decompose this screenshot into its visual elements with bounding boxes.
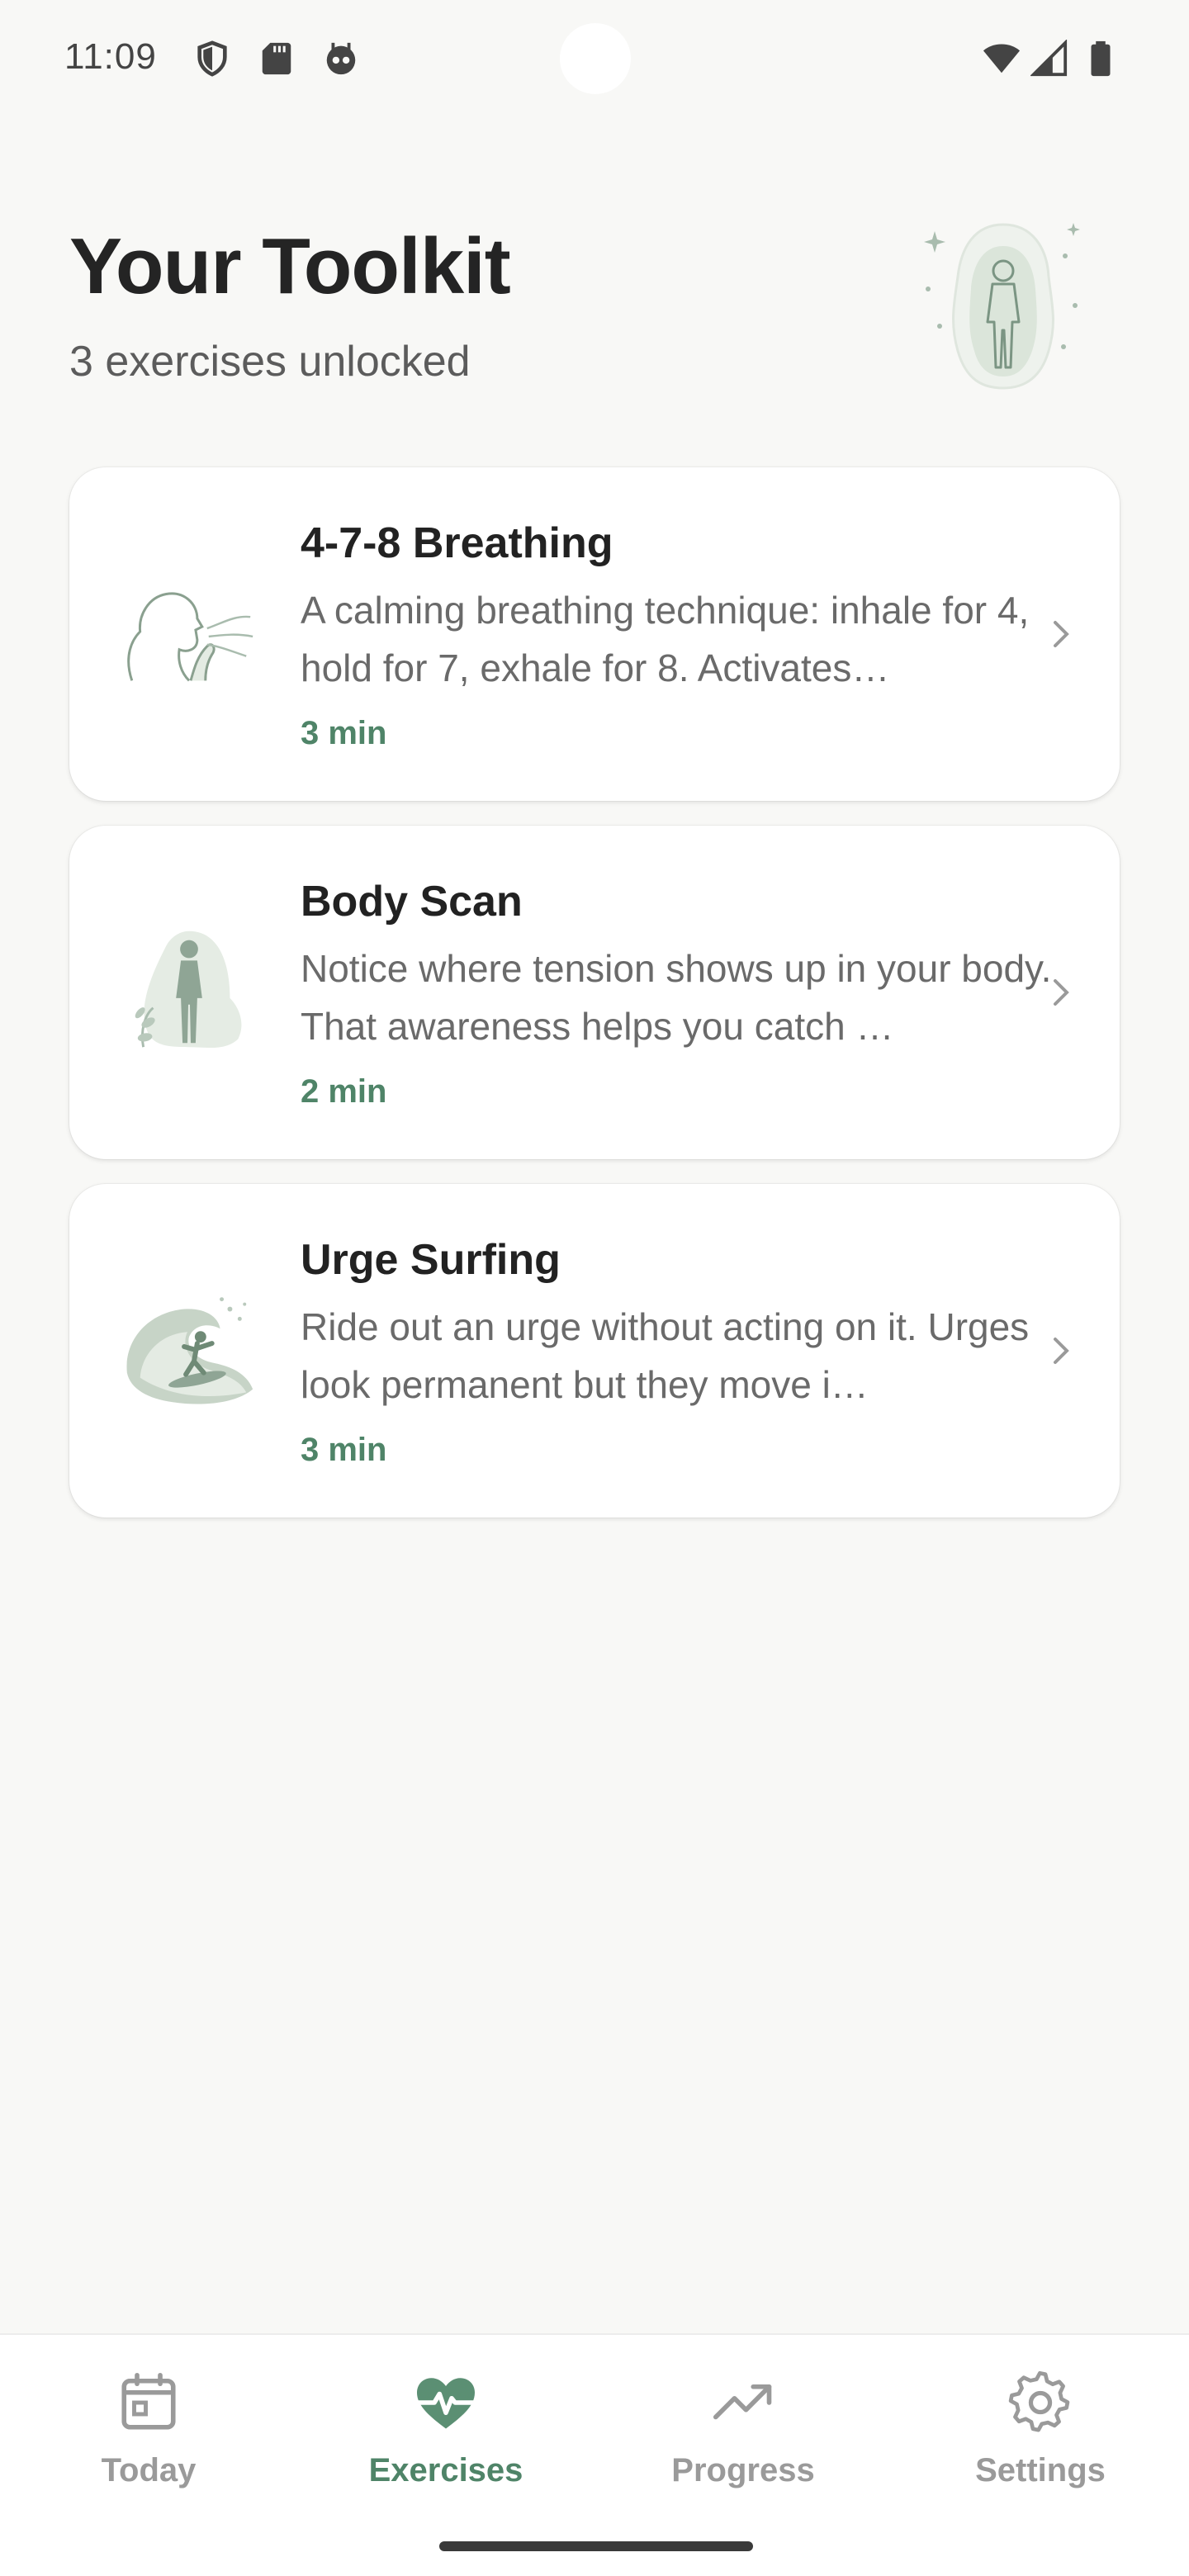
- exercise-duration: 3 min: [301, 1432, 387, 1468]
- breathing-face-illustration: [127, 592, 253, 682]
- calendar-icon: [121, 2372, 176, 2430]
- nav-item-today[interactable]: Today: [25, 2368, 272, 2533]
- trending-up-icon: [713, 2384, 772, 2420]
- exercise-card-urge-surfing[interactable]: Urge Surfing Ride out an urge without ac…: [69, 1184, 1120, 1518]
- exercise-description: A calming breathing technique: inhale fo…: [301, 589, 1030, 689]
- nav-item-settings[interactable]: Settings: [917, 2368, 1164, 2533]
- battery-icon: [1091, 40, 1111, 77]
- chevron-right-icon: [1054, 979, 1069, 1006]
- nav-item-progress[interactable]: Progress: [619, 2368, 867, 2533]
- camera-cutout: [560, 23, 631, 94]
- nav-label: Progress: [671, 2452, 815, 2488]
- exercises-unlocked-count: 3 exercises unlocked: [69, 338, 471, 386]
- exercise-description: Ride out an urge without acting on it. U…: [301, 1305, 1030, 1406]
- status-time: 11:09: [64, 36, 157, 77]
- body-glow-illustration: [924, 223, 1080, 390]
- exercise-title: Body Scan: [301, 878, 523, 926]
- home-indicator[interactable]: [439, 2541, 753, 2551]
- body-figure-illustration: [135, 930, 242, 1049]
- bottom-navigation: Today Exercises Progress Settings: [0, 2333, 1189, 2576]
- heart-pulse-icon: [415, 2378, 476, 2429]
- toolkit-screen: 11:09 Your Toolkit 3 exercises unlocked …: [0, 0, 1189, 2576]
- nav-label: Settings: [975, 2452, 1106, 2488]
- cell-signal-icon: [1030, 40, 1068, 77]
- exercise-title: Urge Surfing: [301, 1236, 561, 1284]
- exercise-duration: 3 min: [301, 715, 387, 751]
- page-title: Your Toolkit: [69, 222, 511, 310]
- exercise-title: 4-7-8 Breathing: [301, 519, 613, 567]
- chevron-right-icon: [1054, 1338, 1069, 1364]
- sd-card-icon: [262, 42, 291, 75]
- exercise-card-breathing[interactable]: 4-7-8 Breathing A calming breathing tech…: [69, 467, 1120, 801]
- exercise-card-body-scan[interactable]: Body Scan Notice where tension shows up …: [69, 826, 1120, 1159]
- nav-label: Today: [101, 2452, 197, 2488]
- gear-icon: [1008, 2370, 1070, 2432]
- chevron-right-icon: [1054, 621, 1069, 647]
- wifi-icon: [983, 44, 1021, 73]
- nav-item-exercises[interactable]: Exercises: [322, 2368, 570, 2533]
- nav-label: Exercises: [368, 2452, 523, 2488]
- robot-icon: [326, 42, 356, 75]
- status-bar: 11:09: [0, 0, 1189, 124]
- shield-icon: [197, 40, 227, 77]
- exercise-duration: 2 min: [301, 1073, 387, 1110]
- exercise-description: Notice where tension shows up in your bo…: [301, 947, 1052, 1048]
- wave-surfer-illustration: [126, 1297, 253, 1404]
